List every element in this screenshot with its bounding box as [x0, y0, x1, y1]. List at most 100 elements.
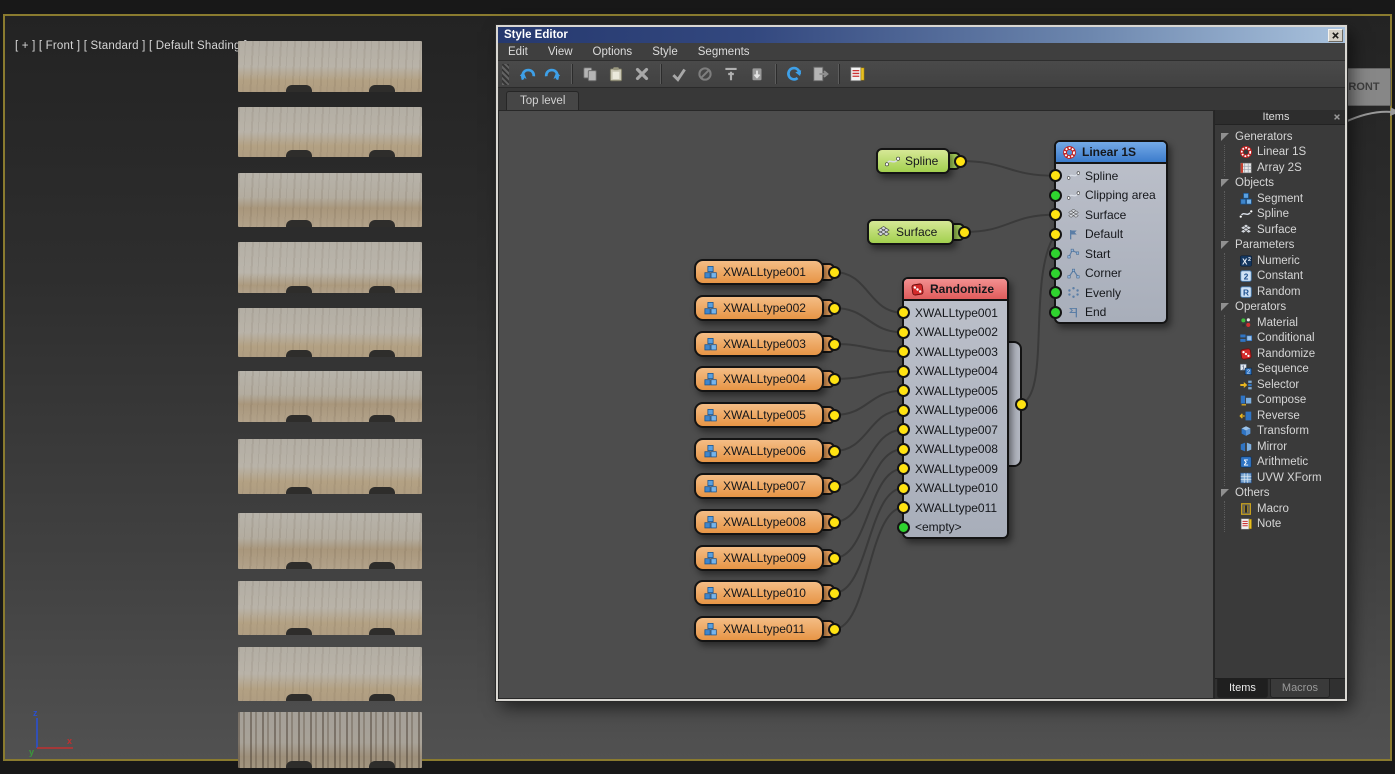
redo-button[interactable]	[541, 63, 565, 86]
input-socket-randomize-5[interactable]	[897, 404, 910, 417]
node-row[interactable]: XWALLtype001	[904, 303, 1007, 323]
node-seg4[interactable]: XWALLtype004	[694, 366, 824, 392]
wall-segment-thumbnail-7[interactable]	[238, 439, 422, 494]
node-row[interactable]: XWALLtype005	[904, 381, 1007, 401]
node-seg8[interactable]: XWALLtype008	[694, 509, 824, 535]
tree-item-spline[interactable]: Spline	[1224, 207, 1345, 223]
window-titlebar[interactable]: Style Editor	[498, 27, 1345, 43]
input-socket-randomize-1[interactable]	[897, 326, 910, 339]
input-socket-linear-6[interactable]	[1049, 286, 1062, 299]
output-socket-randomize[interactable]	[1015, 398, 1028, 411]
viewport-label[interactable]: [ + ] [ Front ] [ Standard ] [ Default S…	[15, 40, 247, 52]
node-seg3[interactable]: XWALLtype003	[694, 331, 824, 357]
tree-item-randomize[interactable]: Randomize	[1224, 346, 1345, 362]
node-header[interactable]: Linear 1S	[1056, 142, 1166, 164]
menu-style[interactable]: Style	[642, 46, 688, 58]
wall-segment-thumbnail-10[interactable]	[238, 647, 422, 701]
input-socket-randomize-9[interactable]	[897, 482, 910, 495]
node-row[interactable]: XWALLtype002	[904, 323, 1007, 343]
node-header[interactable]: Randomize	[904, 279, 1007, 301]
delete-button[interactable]	[630, 63, 654, 86]
tree-section-parameters[interactable]: Parameters	[1221, 238, 1345, 254]
input-socket-linear-5[interactable]	[1049, 267, 1062, 280]
input-socket-linear-0[interactable]	[1049, 169, 1062, 182]
menu-segments[interactable]: Segments	[688, 46, 760, 58]
input-socket-randomize-0[interactable]	[897, 306, 910, 319]
node-seg10[interactable]: XWALLtype010	[694, 580, 824, 606]
toolbar-drag-handle[interactable]	[502, 64, 509, 85]
node-row[interactable]: Spline	[1056, 166, 1166, 186]
output-socket-seg2[interactable]	[828, 302, 841, 315]
wall-segment-thumbnail-1[interactable]	[238, 41, 422, 92]
input-socket-linear-7[interactable]	[1049, 306, 1062, 319]
paste-button[interactable]	[604, 63, 628, 86]
node-seg2[interactable]: XWALLtype002	[694, 295, 824, 321]
tree-item-arithmetic[interactable]: ΣArithmetic	[1224, 455, 1345, 471]
node-row[interactable]: Corner	[1056, 264, 1166, 284]
wall-segment-thumbnail-3[interactable]	[238, 173, 422, 227]
undo-button[interactable]	[515, 63, 539, 86]
send-top-button[interactable]	[719, 63, 743, 86]
node-row[interactable]: XWALLtype003	[904, 342, 1007, 362]
panel-tab-items[interactable]: Items	[1217, 679, 1268, 698]
tree-item-compose[interactable]: Compose	[1224, 393, 1345, 409]
tree-item-material[interactable]: Material	[1224, 315, 1345, 331]
tree-item-macro[interactable]: Macro	[1224, 501, 1345, 517]
node-linear[interactable]: Linear 1SSplineClipping areaSurfaceDefau…	[1054, 140, 1168, 324]
input-socket-randomize-2[interactable]	[897, 345, 910, 358]
tree-section-operators[interactable]: Operators	[1221, 300, 1345, 316]
tree-item-conditional[interactable]: Conditional	[1224, 331, 1345, 347]
refresh-button[interactable]	[782, 63, 806, 86]
items-panel-header[interactable]: Items	[1215, 110, 1345, 125]
tree-item-note[interactable]: Note	[1224, 517, 1345, 533]
panel-tab-macros[interactable]: Macros	[1270, 679, 1330, 698]
output-socket-seg1[interactable]	[828, 266, 841, 279]
node-surface[interactable]: Surface	[867, 219, 954, 245]
node-row[interactable]: XWALLtype011	[904, 498, 1007, 518]
node-row[interactable]: XWALLtype004	[904, 362, 1007, 382]
node-row[interactable]: XWALLtype009	[904, 459, 1007, 479]
node-row[interactable]: Evenly	[1056, 283, 1166, 303]
input-socket-randomize-7[interactable]	[897, 443, 910, 456]
tree-item-array-2s[interactable]: Array 2S	[1224, 160, 1345, 176]
tree-section-generators[interactable]: Generators	[1221, 129, 1345, 145]
output-socket-seg3[interactable]	[828, 338, 841, 351]
apply-button[interactable]	[667, 63, 691, 86]
tree-section-others[interactable]: Others	[1221, 486, 1345, 502]
input-socket-linear-4[interactable]	[1049, 247, 1062, 260]
node-canvas[interactable]: SplineSurfaceXWALLtype001XWALLtype002XWA…	[498, 110, 1214, 699]
node-seg7[interactable]: XWALLtype007	[694, 473, 824, 499]
tree-item-numeric[interactable]: X2Numeric	[1224, 253, 1345, 269]
node-seg9[interactable]: XWALLtype009	[694, 545, 824, 571]
node-row[interactable]: Default	[1056, 225, 1166, 245]
tree-item-random[interactable]: RRandom	[1224, 284, 1345, 300]
menu-view[interactable]: View	[538, 46, 583, 58]
input-socket-randomize-4[interactable]	[897, 384, 910, 397]
node-row[interactable]: <empty>	[904, 518, 1007, 538]
input-socket-linear-2[interactable]	[1049, 208, 1062, 221]
input-socket-linear-3[interactable]	[1049, 228, 1062, 241]
output-socket-seg11[interactable]	[828, 623, 841, 636]
wall-segment-thumbnail-2[interactable]	[238, 107, 422, 157]
wall-segment-thumbnail-11[interactable]	[238, 712, 422, 768]
output-socket-seg8[interactable]	[828, 516, 841, 529]
input-socket-randomize-11[interactable]	[897, 521, 910, 534]
input-socket-randomize-3[interactable]	[897, 365, 910, 378]
node-row[interactable]: XWALLtype010	[904, 479, 1007, 499]
tree-item-mirror[interactable]: Mirror	[1224, 439, 1345, 455]
output-socket-spline[interactable]	[954, 155, 967, 168]
output-socket-seg10[interactable]	[828, 587, 841, 600]
node-row[interactable]: Start	[1056, 244, 1166, 264]
export-button[interactable]	[808, 63, 832, 86]
copy-button[interactable]	[578, 63, 602, 86]
node-spline[interactable]: Spline	[876, 148, 950, 174]
output-socket-seg5[interactable]	[828, 409, 841, 422]
wall-segment-thumbnail-9[interactable]	[238, 581, 422, 635]
tree-item-selector[interactable]: Selector	[1224, 377, 1345, 393]
tree-section-objects[interactable]: Objects	[1221, 176, 1345, 192]
output-socket-seg7[interactable]	[828, 480, 841, 493]
menu-options[interactable]: Options	[583, 46, 643, 58]
menu-edit[interactable]: Edit	[498, 46, 538, 58]
input-socket-randomize-8[interactable]	[897, 462, 910, 475]
send-bottom-button[interactable]	[745, 63, 769, 86]
